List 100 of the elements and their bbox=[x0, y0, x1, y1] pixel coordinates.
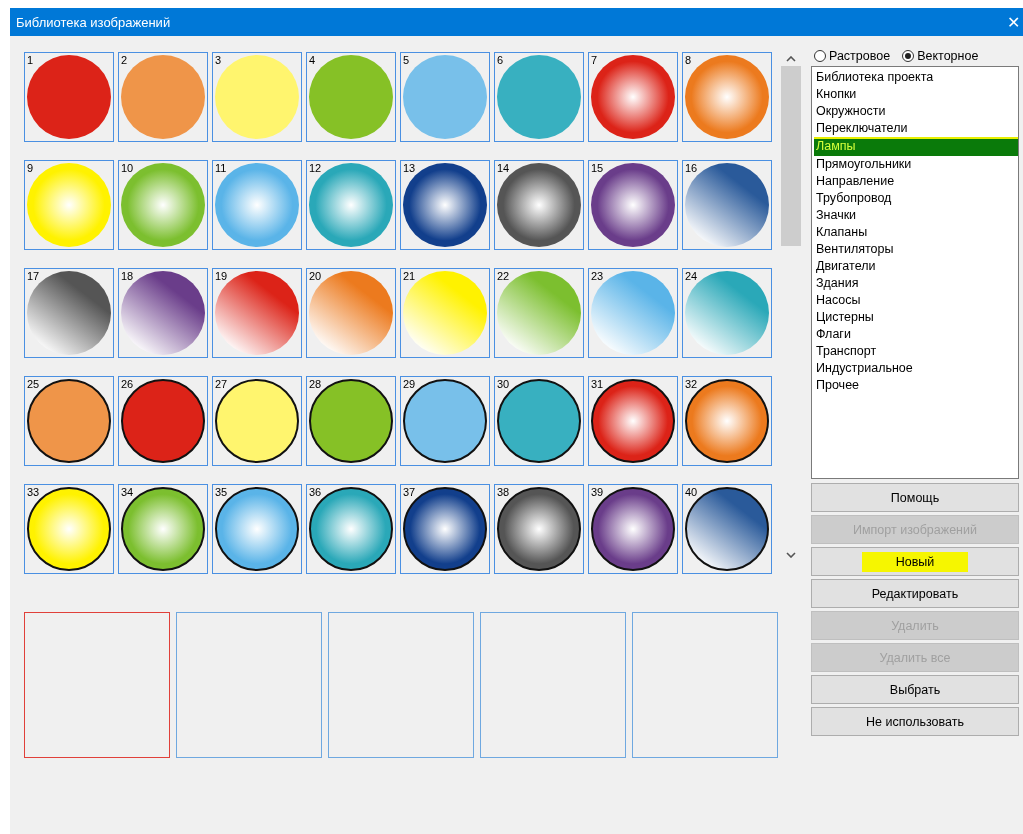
image-tile[interactable]: 34 bbox=[118, 484, 208, 574]
image-tile[interactable]: 33 bbox=[24, 484, 114, 574]
list-item[interactable]: Насосы bbox=[814, 292, 1018, 309]
image-tile[interactable]: 29 bbox=[400, 376, 490, 466]
list-item[interactable]: Транспорт bbox=[814, 343, 1018, 360]
tile-number: 33 bbox=[27, 486, 40, 498]
image-tile[interactable]: 2 bbox=[118, 52, 208, 142]
image-tile[interactable]: 19 bbox=[212, 268, 302, 358]
tile-number: 27 bbox=[215, 378, 228, 390]
tile-number: 32 bbox=[685, 378, 698, 390]
radio-label[interactable]: Векторное bbox=[917, 49, 979, 63]
tile-number: 21 bbox=[403, 270, 416, 282]
image-tile[interactable]: 11 bbox=[212, 160, 302, 250]
list-item[interactable]: Прямоугольники bbox=[814, 156, 1018, 173]
image-tile[interactable]: 1 bbox=[24, 52, 114, 142]
image-tile[interactable]: 8 bbox=[682, 52, 772, 142]
tile-number: 38 bbox=[497, 486, 510, 498]
image-tile[interactable]: 21 bbox=[400, 268, 490, 358]
list-item[interactable]: Переключатели bbox=[814, 120, 1018, 137]
category-list[interactable]: Библиотека проекта Кнопки Окружности Переключатели Лампы Прямоугольники Направление Трубопровод Значки Клапаны Вентиляторы Двигатели Здания Насосы Цистерны Флаги Транспорт Индустриальное Прочее bbox=[811, 66, 1019, 479]
image-tile[interactable]: 32 bbox=[682, 376, 772, 466]
image-tile[interactable]: 17 bbox=[24, 268, 114, 358]
tile-number: 30 bbox=[497, 378, 510, 390]
image-tile[interactable]: 14 bbox=[494, 160, 584, 250]
image-tile[interactable]: 5 bbox=[400, 52, 490, 142]
image-tile[interactable]: 15 bbox=[588, 160, 678, 250]
window-title: Библиотека изображений bbox=[16, 14, 171, 30]
list-item[interactable]: Библиотека проекта bbox=[814, 69, 1018, 86]
tile-number: 10 bbox=[121, 162, 134, 174]
list-item[interactable]: Кнопки bbox=[814, 86, 1018, 103]
dialog-button[interactable]: Редактировать bbox=[811, 579, 1019, 608]
tile-number: 8 bbox=[685, 54, 692, 66]
image-tile[interactable]: 7 bbox=[588, 52, 678, 142]
scrollbar-thumb[interactable] bbox=[781, 66, 801, 246]
image-tile[interactable]: 30 bbox=[494, 376, 584, 466]
radio-button[interactable] bbox=[814, 50, 826, 62]
image-tile[interactable]: 35 bbox=[212, 484, 302, 574]
image-tile[interactable]: 37 bbox=[400, 484, 490, 574]
image-tile[interactable]: 13 bbox=[400, 160, 490, 250]
image-tile[interactable]: 9 bbox=[24, 160, 114, 250]
radio-button[interactable] bbox=[902, 50, 915, 62]
list-item[interactable]: Прочее bbox=[814, 377, 1018, 394]
list-item[interactable]: Окружности bbox=[814, 103, 1018, 120]
tile-number: 18 bbox=[121, 270, 134, 282]
tile-number: 3 bbox=[215, 54, 222, 66]
scroll-down-icon[interactable] bbox=[786, 552, 796, 558]
image-tile[interactable]: 18 bbox=[118, 268, 208, 358]
image-tile[interactable]: 39 bbox=[588, 484, 678, 574]
list-item[interactable]: Цистерны bbox=[814, 309, 1018, 326]
image-tile[interactable]: 23 bbox=[588, 268, 678, 358]
image-tile[interactable]: 36 bbox=[306, 484, 396, 574]
tile-number: 36 bbox=[309, 486, 322, 498]
dialog-button[interactable]: Выбрать bbox=[811, 675, 1019, 704]
image-tile[interactable]: 26 bbox=[118, 376, 208, 466]
image-tile[interactable]: 25 bbox=[24, 376, 114, 466]
list-item[interactable]: Вентиляторы bbox=[814, 241, 1018, 258]
tile-number: 23 bbox=[591, 270, 604, 282]
image-tile[interactable]: 10 bbox=[118, 160, 208, 250]
dialog-button[interactable]: Не использовать bbox=[811, 707, 1019, 736]
list-item[interactable]: Значки bbox=[814, 207, 1018, 224]
tile-number: 40 bbox=[685, 486, 698, 498]
tile-number: 25 bbox=[27, 378, 40, 390]
image-tile[interactable]: 27 bbox=[212, 376, 302, 466]
list-item[interactable]: Двигатели bbox=[814, 258, 1018, 275]
dialog-button[interactable]: Новый bbox=[811, 547, 1019, 576]
radio-label[interactable]: Растровое bbox=[829, 49, 891, 63]
list-item[interactable]: Индустриальное bbox=[814, 360, 1018, 377]
image-tile[interactable]: 38 bbox=[494, 484, 584, 574]
list-item[interactable]: Здания bbox=[814, 275, 1018, 292]
image-tile[interactable]: 12 bbox=[306, 160, 396, 250]
dialog-button[interactable]: Помощь bbox=[811, 483, 1019, 512]
tile-number: 12 bbox=[309, 162, 322, 174]
close-button[interactable]: ✕ bbox=[1003, 12, 1023, 32]
list-item[interactable]: Направление bbox=[814, 173, 1018, 190]
image-tile[interactable]: 31 bbox=[588, 376, 678, 466]
image-tile[interactable]: 22 bbox=[494, 268, 584, 358]
tile-number: 34 bbox=[121, 486, 134, 498]
tile-number: 16 bbox=[685, 162, 698, 174]
image-tile[interactable]: 6 bbox=[494, 52, 584, 142]
image-tile[interactable]: 16 bbox=[682, 160, 772, 250]
list-item[interactable]: Флаги bbox=[814, 326, 1018, 343]
tile-number: 17 bbox=[27, 270, 40, 282]
tile-number: 19 bbox=[215, 270, 228, 282]
image-tile[interactable]: 40 bbox=[682, 484, 772, 574]
list-item[interactable]: Клапаны bbox=[814, 224, 1018, 241]
image-tile[interactable]: 3 bbox=[212, 52, 302, 142]
image-tile[interactable]: 20 bbox=[306, 268, 396, 358]
scroll-up-icon[interactable] bbox=[786, 56, 796, 62]
image-tile[interactable]: 28 bbox=[306, 376, 396, 466]
tile-number: 9 bbox=[27, 162, 34, 174]
image-tile[interactable]: 4 bbox=[306, 52, 396, 142]
list-item[interactable]: Лампы bbox=[814, 137, 1018, 156]
preview-slot[interactable] bbox=[24, 612, 170, 758]
tile-number: 1 bbox=[27, 54, 34, 66]
tile-number: 5 bbox=[403, 54, 410, 66]
tile-number: 7 bbox=[591, 54, 598, 66]
tile-number: 39 bbox=[591, 486, 604, 498]
tile-number: 31 bbox=[591, 378, 604, 390]
list-item[interactable]: Трубопровод bbox=[814, 190, 1018, 207]
image-tile[interactable]: 24 bbox=[682, 268, 772, 358]
